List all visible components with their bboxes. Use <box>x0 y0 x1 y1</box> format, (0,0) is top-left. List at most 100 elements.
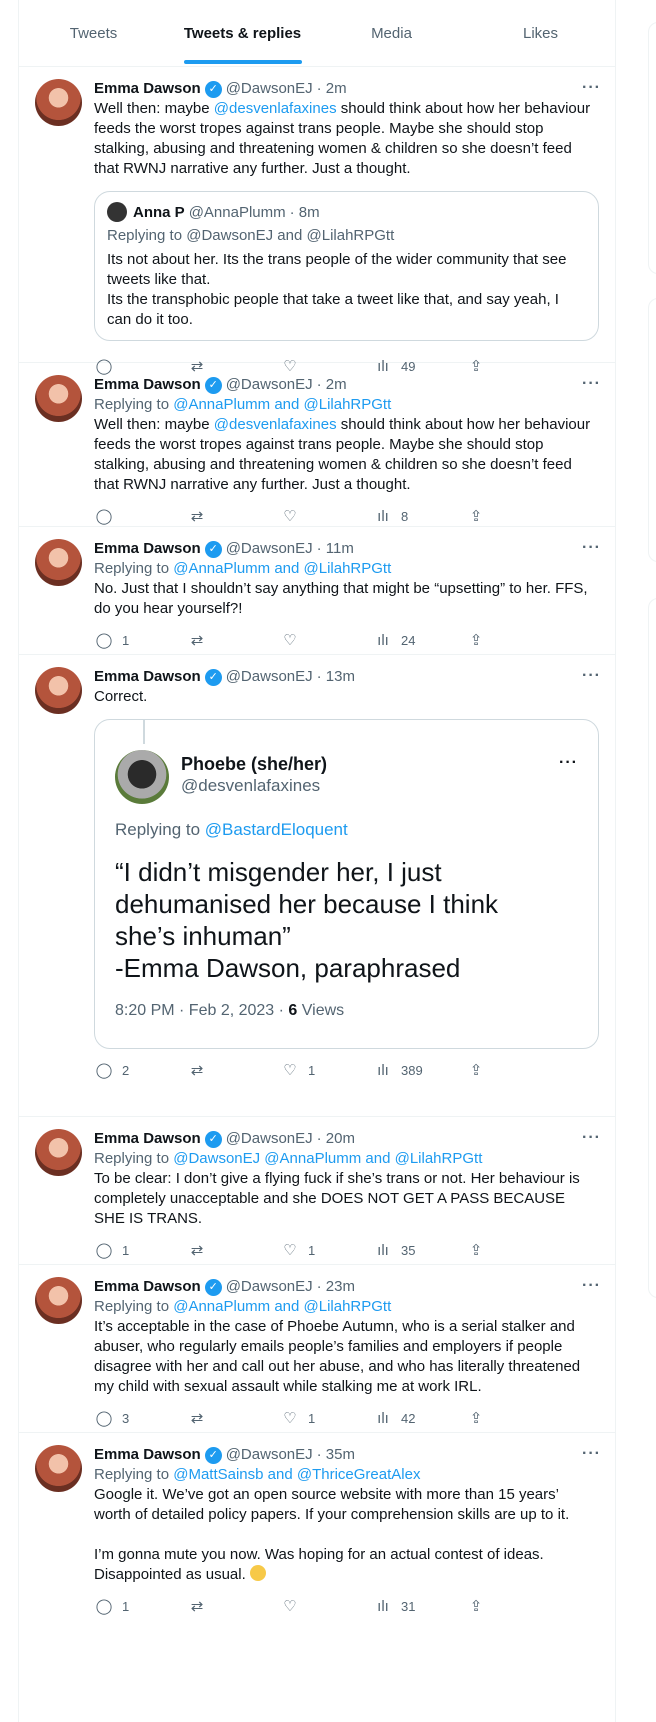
share-button[interactable]: ⇪ <box>466 1597 496 1615</box>
more-icon[interactable]: ··· <box>582 1129 601 1147</box>
reply-button[interactable]: ◯ 1 <box>94 1597 187 1615</box>
retweet-button[interactable]: ⇄ <box>187 1061 280 1079</box>
author-name[interactable]: Emma Dawson <box>94 79 201 99</box>
author-handle[interactable]: @DawsonEJ <box>226 1277 313 1297</box>
heart-icon: ♡ <box>283 1598 297 1615</box>
tweet[interactable]: Emma Dawson ✓ @DawsonEJ · 2m ··· Replyin… <box>19 363 615 527</box>
tweet-time[interactable]: · 2m <box>317 79 347 99</box>
author-handle[interactable]: @DawsonEJ <box>226 79 313 99</box>
tweet-time[interactable]: · 20m <box>317 1129 355 1149</box>
tweet[interactable]: Emma Dawson ✓ @DawsonEJ · 20m ··· Replyi… <box>19 1117 615 1265</box>
mention-link[interactable]: @desvenlafaxines <box>214 100 337 117</box>
quoted-author-handle: @AnnaPlumm <box>188 203 286 221</box>
tweet[interactable]: Emma Dawson ✓ @DawsonEJ · 35m ··· Replyi… <box>19 1433 615 1623</box>
tweet[interactable]: Emma Dawson ✓ @DawsonEJ · 23m ··· Replyi… <box>19 1265 615 1433</box>
more-icon[interactable]: ··· <box>582 375 601 393</box>
tweet[interactable]: Emma Dawson ✓ @DawsonEJ · 2m ··· Well th… <box>19 67 615 375</box>
avatar[interactable] <box>35 1129 82 1176</box>
like-button[interactable]: ♡ 1 <box>280 1061 373 1079</box>
reply-to-link[interactable]: @DawsonEJ @AnnaPlumm and @LilahRPGtt <box>173 1150 482 1167</box>
tweet-time[interactable]: · 35m <box>317 1445 355 1465</box>
author-name[interactable]: Emma Dawson <box>94 1445 201 1465</box>
reply-button[interactable]: ◯ <box>94 507 187 525</box>
share-icon: ⇪ <box>469 1062 483 1079</box>
reply-button[interactable]: ◯ 1 <box>94 1241 187 1259</box>
like-button[interactable]: ♡ <box>280 1597 373 1615</box>
avatar[interactable] <box>35 375 82 422</box>
like-button[interactable]: ♡ <box>280 631 373 649</box>
share-button[interactable]: ⇪ <box>466 507 496 525</box>
author-handle[interactable]: @DawsonEJ <box>226 375 313 395</box>
author-name[interactable]: Emma Dawson <box>94 667 201 687</box>
tweet[interactable]: Emma Dawson ✓ @DawsonEJ · 13m ··· Correc… <box>19 655 615 1117</box>
more-icon[interactable]: ··· <box>582 79 601 97</box>
verified-badge-icon: ✓ <box>204 1130 222 1148</box>
reply-to-link[interactable]: @AnnaPlumm and @LilahRPGtt <box>173 1298 391 1315</box>
avatar[interactable] <box>35 1445 82 1492</box>
tweet-time[interactable]: · 11m <box>317 539 354 559</box>
reply-to-link[interactable]: @AnnaPlumm and @LilahRPGtt <box>173 560 391 577</box>
mention-link[interactable]: @desvenlafaxines <box>214 416 337 433</box>
reply-button[interactable]: ◯ 1 <box>94 631 187 649</box>
more-icon[interactable]: ··· <box>582 1277 601 1295</box>
views-button[interactable]: ılı 42 <box>373 1410 466 1427</box>
avatar[interactable] <box>35 539 82 586</box>
share-icon: ⇪ <box>469 508 483 525</box>
reply-button[interactable]: ◯ 3 <box>94 1409 187 1427</box>
views-button[interactable]: ılı 31 <box>373 1598 466 1615</box>
share-button[interactable]: ⇪ <box>466 1241 496 1259</box>
share-button[interactable]: ⇪ <box>466 631 496 649</box>
profile-tabs: Tweets Tweets & replies Media Likes <box>19 0 615 67</box>
tweet-time[interactable]: · 2m <box>317 375 347 395</box>
retweet-button[interactable]: ⇄ <box>187 1597 280 1615</box>
tweet[interactable]: Emma Dawson ✓ @DawsonEJ · 11m ··· Replyi… <box>19 527 615 655</box>
author-handle[interactable]: @DawsonEJ <box>226 539 313 559</box>
verified-badge-icon: ✓ <box>204 376 222 394</box>
tweet-time[interactable]: · 13m <box>317 667 355 687</box>
quoted-author-name: Anna P <box>133 203 185 221</box>
views-button[interactable]: ılı 24 <box>373 632 466 649</box>
tab-media[interactable]: Media <box>317 0 466 66</box>
retweet-button[interactable]: ⇄ <box>187 507 280 525</box>
tweet-text: Well then: maybe @desvenlafaxines should… <box>94 100 595 177</box>
avatar[interactable] <box>35 667 82 714</box>
avatar[interactable] <box>35 1277 82 1324</box>
views-button[interactable]: ılı 389 <box>373 1062 466 1079</box>
author-handle[interactable]: @DawsonEJ <box>226 1129 313 1149</box>
views-button[interactable]: ılı 8 <box>373 508 466 525</box>
like-button[interactable]: ♡ 1 <box>280 1409 373 1427</box>
tab-tweets[interactable]: Tweets <box>19 0 168 66</box>
retweet-button[interactable]: ⇄ <box>187 1409 280 1427</box>
more-icon[interactable]: ··· <box>582 539 601 557</box>
quoted-tweet[interactable]: Anna P @AnnaPlumm · 8m Replying to @Daws… <box>94 191 599 341</box>
views-icon: ılı <box>377 507 389 525</box>
embedded-tweet-image[interactable]: Phoebe (she/her) @desvenlafaxines ··· Re… <box>94 719 599 1049</box>
reply-to-link[interactable]: @AnnaPlumm and @LilahRPGtt <box>173 396 391 413</box>
author-name[interactable]: Emma Dawson <box>94 539 201 559</box>
like-button[interactable]: ♡ <box>280 507 373 525</box>
retweet-button[interactable]: ⇄ <box>187 1241 280 1259</box>
embedded-author-handle: @desvenlafaxines <box>181 776 321 795</box>
more-icon[interactable]: ··· <box>582 667 601 685</box>
retweet-button[interactable]: ⇄ <box>187 631 280 649</box>
tweet-time[interactable]: · 23m <box>317 1277 355 1297</box>
author-name[interactable]: Emma Dawson <box>94 1277 201 1297</box>
views-icon: ılı <box>377 1061 389 1079</box>
thread-line <box>143 720 145 744</box>
share-button[interactable]: ⇪ <box>466 1061 496 1079</box>
author-handle[interactable]: @DawsonEJ <box>226 1445 313 1465</box>
reply-icon: ◯ <box>95 1062 113 1079</box>
like-button[interactable]: ♡ 1 <box>280 1241 373 1259</box>
author-name[interactable]: Emma Dawson <box>94 375 201 395</box>
author-handle[interactable]: @DawsonEJ <box>226 667 313 687</box>
avatar[interactable] <box>35 79 82 126</box>
author-name[interactable]: Emma Dawson <box>94 1129 201 1149</box>
reply-button[interactable]: ◯ 2 <box>94 1061 187 1079</box>
more-icon[interactable]: ··· <box>582 1445 601 1463</box>
reply-to-link[interactable]: @MattSainsb and @ThriceGreatAlex <box>173 1466 420 1483</box>
share-button[interactable]: ⇪ <box>466 1409 496 1427</box>
tab-tweets-replies[interactable]: Tweets & replies <box>168 0 317 66</box>
views-button[interactable]: ılı 35 <box>373 1242 466 1259</box>
quoted-reply-to: Replying to @DawsonEJ and @LilahRPGtt <box>107 227 395 244</box>
tab-likes[interactable]: Likes <box>466 0 615 66</box>
